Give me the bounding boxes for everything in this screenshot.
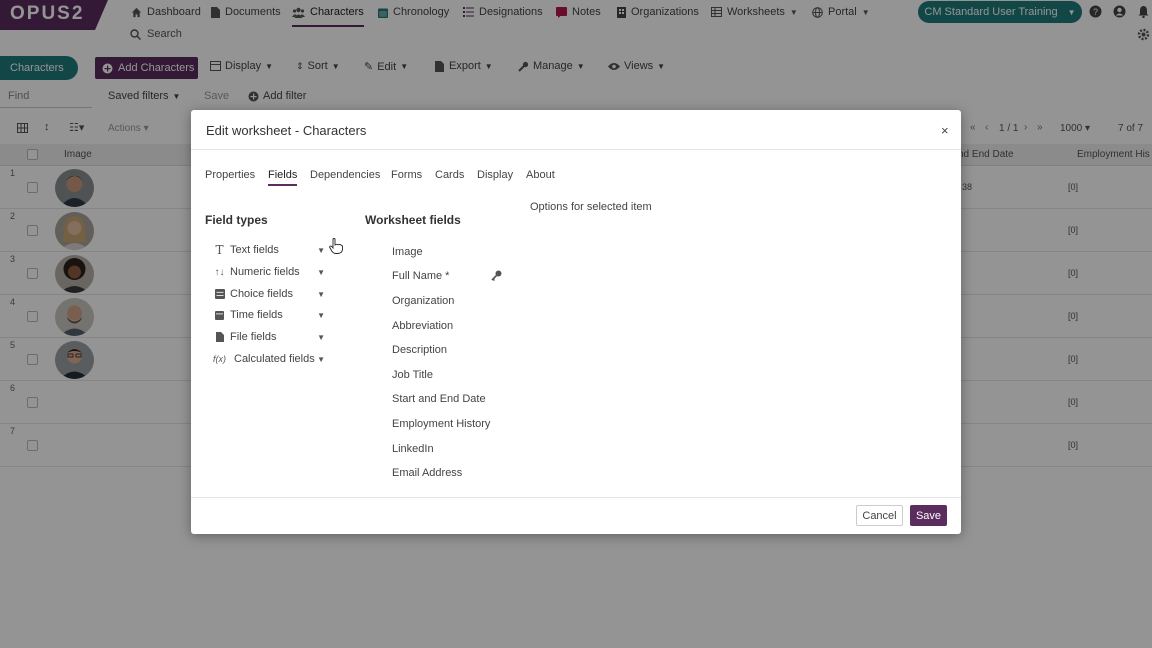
field-type-calculated[interactable]: f(x) Calculated fields ▼ (213, 351, 325, 367)
field-type-time[interactable]: Time fields ▼ (213, 307, 325, 323)
field-type-text[interactable]: T Text fields ▼ (213, 242, 325, 258)
edit-worksheet-dialog: Edit worksheet - Characters × Properties… (191, 110, 961, 534)
field-type-label: Numeric fields (230, 266, 300, 278)
worksheet-field-organization[interactable]: Organization (392, 295, 454, 307)
save-button[interactable]: Save (910, 505, 947, 526)
tab-dependencies[interactable]: Dependencies (310, 169, 380, 181)
field-type-file[interactable]: File fields ▼ (213, 329, 325, 345)
worksheet-field-start-end-date[interactable]: Start and End Date (392, 393, 486, 405)
numeric-icon: ↑↓ (214, 266, 225, 278)
worksheet-field-description[interactable]: Description (392, 344, 447, 356)
function-icon: f(x) (213, 354, 226, 364)
field-type-choice[interactable]: Choice fields ▼ (213, 286, 325, 302)
field-type-label: Calculated fields (234, 353, 315, 365)
worksheet-field-full-name[interactable]: Full Name * (392, 270, 449, 282)
file-icon (213, 332, 226, 342)
chevron-down-icon: ▼ (317, 245, 325, 255)
field-type-label: Text fields (230, 244, 279, 256)
worksheet-field-employment-history[interactable]: Employment History (392, 418, 490, 430)
chevron-down-icon: ▼ (317, 332, 325, 342)
options-for-selected-item: Options for selected item (530, 201, 652, 213)
hand-cursor-icon (329, 238, 343, 254)
calendar-icon (213, 310, 226, 320)
dialog-title: Edit worksheet - Characters (206, 123, 367, 138)
chevron-down-icon: ▼ (317, 354, 325, 364)
field-types-heading: Field types (205, 213, 268, 227)
field-type-label: Choice fields (230, 288, 293, 300)
tab-display[interactable]: Display (477, 169, 513, 181)
field-type-label: Time fields (230, 309, 283, 321)
tab-cards[interactable]: Cards (435, 169, 464, 181)
worksheet-field-linkedin[interactable]: LinkedIn (392, 443, 434, 455)
tab-about[interactable]: About (526, 169, 555, 181)
worksheet-field-abbreviation[interactable]: Abbreviation (392, 320, 453, 332)
tab-fields[interactable]: Fields (268, 169, 298, 186)
chevron-down-icon: ▼ (317, 267, 325, 277)
tab-properties[interactable]: Properties (205, 169, 255, 181)
tab-forms[interactable]: Forms (391, 169, 422, 181)
worksheet-field-image[interactable]: Image (392, 246, 423, 258)
text-icon: T (215, 243, 224, 257)
worksheet-field-job-title[interactable]: Job Title (392, 369, 433, 381)
worksheet-field-email-address[interactable]: Email Address (392, 467, 462, 479)
cancel-button[interactable]: Cancel (856, 505, 903, 526)
close-icon[interactable]: × (941, 123, 949, 138)
chevron-down-icon: ▼ (317, 289, 325, 299)
chevron-down-icon: ▼ (317, 310, 325, 320)
field-type-numeric[interactable]: ↑↓ Numeric fields ▼ (213, 264, 326, 280)
worksheet-fields-heading: Worksheet fields (365, 213, 461, 227)
divider (191, 149, 961, 150)
divider (191, 497, 961, 498)
choice-icon (213, 289, 226, 299)
key-icon (491, 270, 502, 281)
field-type-label: File fields (230, 331, 277, 343)
